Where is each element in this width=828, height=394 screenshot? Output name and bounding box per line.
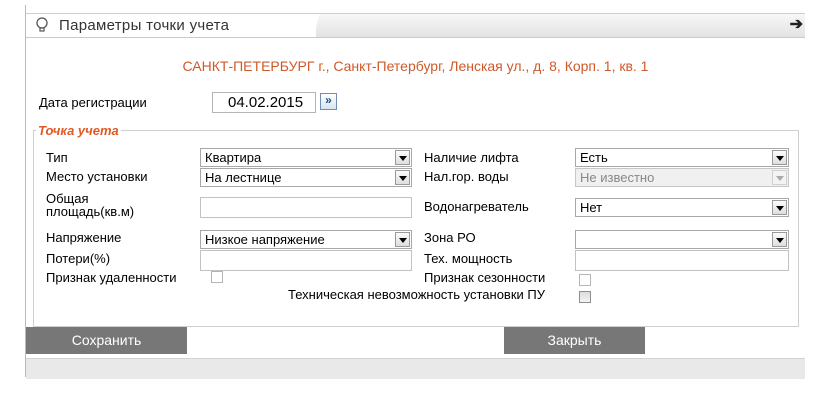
group-legend: Точка учета [38, 123, 119, 138]
tech-power-label: Тех. мощность [424, 251, 513, 266]
zone-select[interactable] [575, 230, 789, 249]
hot-water-select: Не известно [575, 168, 789, 187]
chevron-down-icon[interactable] [772, 232, 787, 247]
chevron-down-icon [772, 170, 787, 185]
lift-label: Наличие лифта [424, 150, 519, 165]
chevron-down-icon[interactable] [772, 200, 787, 215]
type-value: Квартира [205, 150, 262, 165]
install-place-label: Место установки [46, 169, 148, 184]
hot-water-value: Не известно [580, 170, 655, 185]
chevron-down-icon[interactable] [395, 150, 410, 165]
lift-select[interactable]: Есть [575, 148, 789, 167]
voltage-value: Низкое напряжение [205, 232, 325, 247]
zone-label: Зона РО [424, 230, 476, 245]
install-impossible-label: Техническая невозможность установки ПУ [288, 287, 546, 302]
area-label: Общая площадь(кв.м) [46, 192, 134, 218]
arrow-right-icon[interactable]: ➔ [790, 14, 803, 34]
address-line: САНКТ-ПЕТЕРБУРГ г., Санкт-Петербург, Лен… [182, 58, 649, 74]
seasonal-checkbox[interactable] [579, 274, 591, 286]
lightbulb-icon [36, 17, 48, 32]
install-place-value: На лестнице [205, 170, 282, 185]
status-strip [26, 358, 805, 379]
chevron-down-icon[interactable] [395, 232, 410, 247]
tech-power-input[interactable] [575, 250, 789, 271]
voltage-label: Напряжение [46, 230, 122, 245]
chevron-down-icon[interactable] [395, 170, 410, 185]
registration-date-label: Дата регистрации [39, 95, 147, 110]
losses-input[interactable] [200, 250, 412, 271]
window-title: Параметры точки учета [59, 17, 230, 34]
date-picker-button[interactable]: » [320, 93, 337, 110]
install-impossible-checkbox[interactable] [579, 291, 591, 303]
registration-date-input[interactable]: 04.02.2015 [212, 92, 316, 113]
losses-label: Потери(%) [46, 251, 111, 266]
water-heater-value: Нет [580, 200, 603, 215]
seasonal-label: Признак сезонности [424, 270, 546, 285]
area-label-line2: площадь(кв.м) [46, 204, 135, 219]
area-input[interactable] [200, 197, 412, 218]
title-bar: Параметры точки учета ➔ [26, 13, 805, 38]
hot-water-label: Нал.гор. воды [424, 169, 509, 184]
chevron-down-icon[interactable] [772, 150, 787, 165]
voltage-select[interactable]: Низкое напряжение [200, 230, 412, 249]
remote-checkbox[interactable] [211, 271, 223, 283]
type-select[interactable]: Квартира [200, 148, 412, 167]
button-bar: Сохранить Закрыть [26, 327, 805, 355]
close-button[interactable]: Закрыть [504, 327, 645, 354]
params-window: Параметры точки учета ➔ САНКТ-ПЕТЕРБУРГ … [25, 5, 805, 379]
water-heater-label: Водонагреватель [424, 199, 529, 214]
water-heater-select[interactable]: Нет [575, 198, 789, 217]
install-place-select[interactable]: На лестнице [200, 168, 412, 187]
lift-value: Есть [580, 150, 608, 165]
remote-label: Признак удаленности [46, 270, 177, 285]
save-button[interactable]: Сохранить [26, 327, 187, 354]
type-label: Тип [46, 150, 68, 165]
